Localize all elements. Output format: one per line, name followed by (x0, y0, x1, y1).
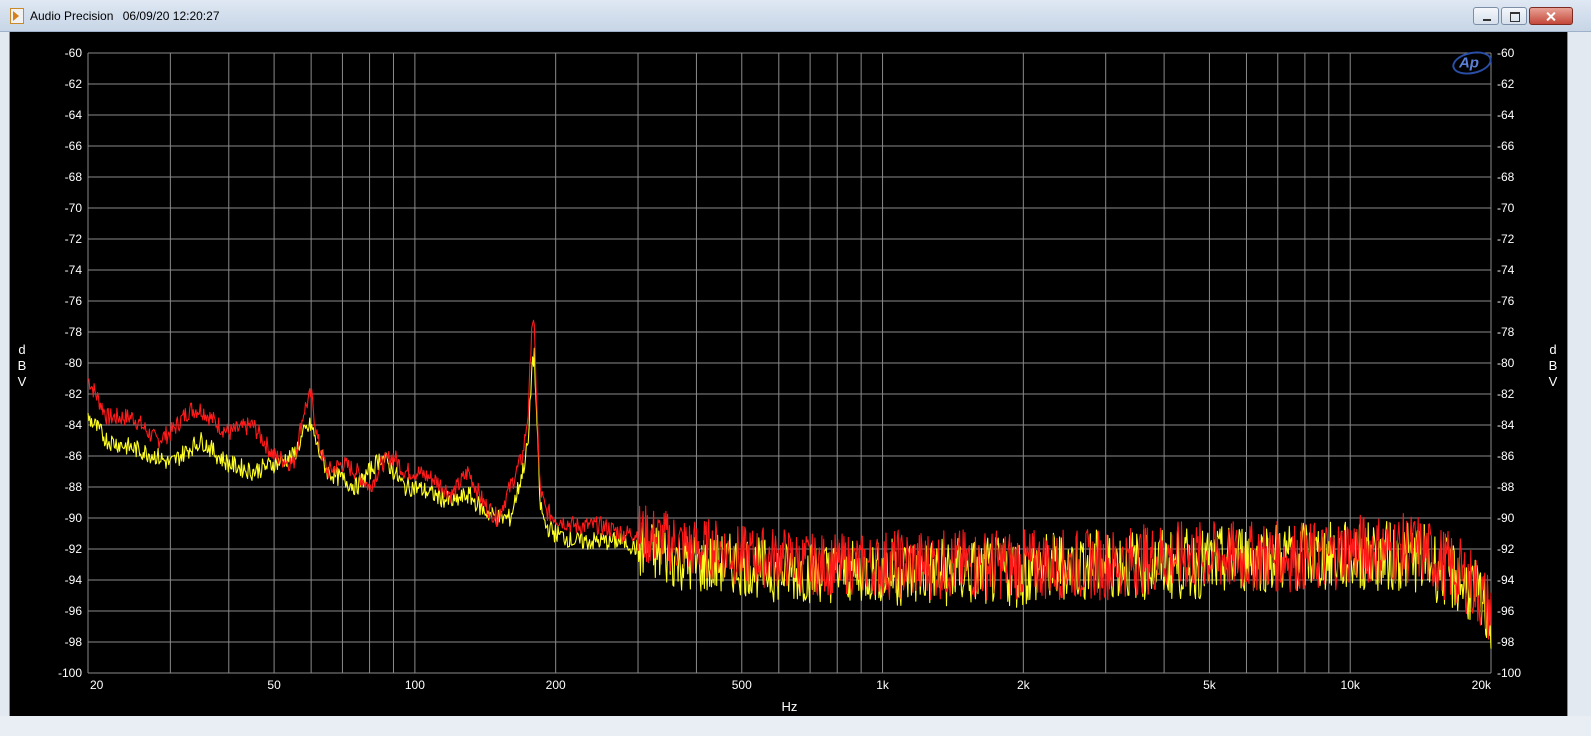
y-tick-label-left: -88 (65, 480, 83, 494)
y-tick-label-left: -62 (65, 77, 83, 91)
y-tick-label-right: -98 (1497, 635, 1515, 649)
window-timestamp: 06/09/20 12:20:27 (122, 9, 220, 23)
y-tick-label-right: -68 (1497, 170, 1515, 184)
y-tick-label-right: -64 (1497, 108, 1515, 122)
graph-panel: -60 -60 -62 -62 -64 -64 -66 -66 -68 -68 -70 -70 -72 -… (9, 32, 1568, 716)
y-tick-label-left: -78 (65, 325, 83, 339)
y-tick-label-left: -72 (65, 232, 83, 246)
window-left-border (0, 32, 9, 716)
window-controls (1471, 7, 1573, 25)
y-tick-label-left: -90 (65, 511, 83, 525)
y-tick-label-left: -92 (65, 542, 83, 556)
y-tick-label-left: -84 (65, 418, 83, 432)
y-tick-label-left: -86 (65, 449, 83, 463)
y-tick-label-left: -60 (65, 46, 83, 60)
ap-logo-text: Ap (1458, 54, 1479, 72)
y-tick-label-left: -64 (65, 108, 83, 122)
y-tick-label-left: -74 (65, 263, 83, 277)
red-trace (87, 319, 1492, 640)
y-tick-label-right: -78 (1497, 325, 1515, 339)
y-tick-label-right: -92 (1497, 542, 1515, 556)
yellow-trace (87, 347, 1492, 649)
x-tick-label: 20k (1472, 678, 1492, 692)
x-tick-label: 50 (267, 678, 281, 692)
x-axis-label: Hz (782, 699, 798, 714)
y-tick-label-left: -98 (65, 635, 83, 649)
y-tick-label-left: -100 (58, 666, 82, 680)
y-tick-label-right: -62 (1497, 77, 1515, 91)
app-name: Audio Precision (30, 9, 114, 23)
window-title: Audio Precision 06/09/20 12:20:27 (30, 9, 226, 23)
maximize-button[interactable] (1501, 7, 1527, 25)
x-tick-label: 200 (546, 678, 566, 692)
y-tick-label-left: -94 (65, 573, 83, 587)
y-tick-label-left: -76 (65, 294, 83, 308)
fft-chart: -60 -60 -62 -62 -64 -64 -66 -66 -68 -68 -70 -70 -72 -… (18, 46, 1558, 714)
y-tick-label-left: -70 (65, 201, 83, 215)
x-tick-label: 100 (405, 678, 425, 692)
y-tick-label-right: -100 (1497, 666, 1521, 680)
y-tick-label-right: -80 (1497, 356, 1515, 370)
x-tick-label: 500 (732, 678, 752, 692)
y-tick-label-right: -60 (1497, 46, 1515, 60)
window-right-border (1567, 32, 1591, 716)
y-tick-label-left: -68 (65, 170, 83, 184)
y-tick-label-right: -96 (1497, 604, 1515, 618)
y-axis-label-right: dBV (1549, 342, 1558, 389)
y-tick-label-right: -90 (1497, 511, 1515, 525)
y-tick-label-right: -72 (1497, 232, 1515, 246)
y-tick-label-right: -84 (1497, 418, 1515, 432)
y-tick-label-left: -82 (65, 387, 83, 401)
x-tick-label: 5k (1203, 678, 1217, 692)
y-tick-label-right: -76 (1497, 294, 1515, 308)
minimize-button[interactable] (1473, 7, 1499, 25)
y-tick-label-right: -66 (1497, 139, 1515, 153)
y-axis-label-left: dBV (18, 342, 27, 389)
app-icon[interactable] (10, 8, 24, 24)
y-tick-label-right: -88 (1497, 480, 1515, 494)
x-tick-label: 2k (1017, 678, 1031, 692)
y-tick-label-right: -94 (1497, 573, 1515, 587)
y-tick-label-right: -74 (1497, 263, 1515, 277)
y-tick-label-right: -82 (1497, 387, 1515, 401)
x-tick-label: 20 (90, 678, 104, 692)
y-tick-label-left: -96 (65, 604, 83, 618)
y-tick-label-left: -80 (65, 356, 83, 370)
y-tick-label-right: -70 (1497, 201, 1515, 215)
y-tick-label-left: -66 (65, 139, 83, 153)
status-strip (0, 716, 1591, 736)
close-button[interactable] (1529, 7, 1573, 25)
title-bar: Audio Precision 06/09/20 12:20:27 (0, 0, 1591, 32)
x-tick-label: 10k (1341, 678, 1361, 692)
y-tick-label-right: -86 (1497, 449, 1515, 463)
x-tick-label: 1k (876, 678, 890, 692)
